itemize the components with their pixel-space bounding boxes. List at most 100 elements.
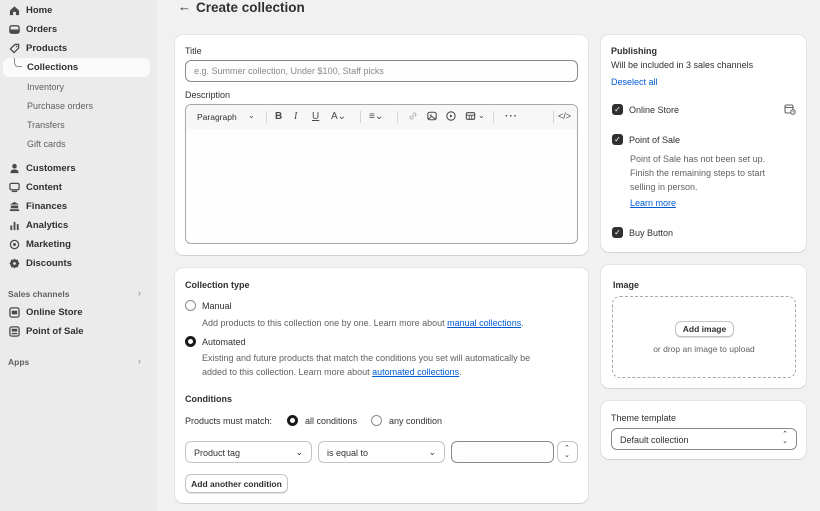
sidebar-item-label: Customers — [26, 163, 76, 174]
chevron-down-icon[interactable]: ⌄ — [248, 111, 255, 120]
divider — [360, 111, 361, 123]
condition-operator-value: is equal to — [327, 448, 369, 458]
editor-toolbar: Paragraph ⌄ B I U A⌄ ≡⌄ ⌄ ··· </> — [186, 105, 577, 129]
underline-icon[interactable]: U — [312, 111, 319, 122]
drop-image-text: or drop an image to upload — [653, 344, 755, 354]
italic-icon[interactable]: I — [294, 111, 297, 122]
bank-icon — [8, 201, 20, 213]
condition-operator-select[interactable]: is equal to ⌄ — [318, 441, 445, 463]
sidebar-item-label: Collections — [27, 62, 79, 73]
chart-icon — [8, 220, 20, 232]
sidebar-item-gift-cards[interactable]: Gift cards — [27, 136, 66, 152]
description-editor[interactable]: Paragraph ⌄ B I U A⌄ ≡⌄ ⌄ ··· </> — [185, 104, 578, 244]
theme-template-card: Theme template Default collection ⌃ ⌄ — [601, 401, 806, 459]
sidebar-item-content[interactable]: Content — [8, 179, 62, 196]
sidebar: Home Orders Products Collections Invento… — [0, 0, 157, 511]
chevron-right-icon[interactable]: › — [138, 356, 141, 366]
tag-icon — [8, 43, 20, 55]
theme-template-select[interactable]: Default collection ⌃ ⌄ — [611, 428, 797, 450]
code-icon[interactable]: </> — [558, 111, 571, 121]
pos-icon — [8, 326, 20, 338]
sidebar-item-discounts[interactable]: Discounts — [8, 255, 72, 272]
automated-description-line1: Existing and future products that match … — [202, 353, 531, 363]
any-condition-radio[interactable] — [371, 415, 382, 426]
paragraph-select[interactable]: Paragraph — [197, 112, 237, 122]
tree-branch — [14, 58, 22, 67]
collection-type-heading: Collection type — [185, 280, 250, 290]
sidebar-item-collections[interactable]: Collections — [3, 58, 150, 77]
sidebar-item-marketing[interactable]: Marketing — [8, 236, 71, 253]
image-card: Image Add image or drop an image to uplo… — [601, 265, 806, 388]
automated-radio[interactable] — [185, 336, 196, 347]
automated-label[interactable]: Automated — [202, 337, 246, 347]
sidebar-item-transfers[interactable]: Transfers — [27, 117, 65, 133]
orders-icon — [8, 24, 20, 36]
sidebar-item-customers[interactable]: Customers — [8, 160, 76, 177]
manual-radio[interactable] — [185, 300, 196, 311]
publishing-subtitle: Will be included in 3 sales channels — [611, 60, 754, 70]
description-label: Description — [185, 90, 231, 100]
chevron-down-icon: ⌄ — [295, 447, 303, 457]
manual-collections-link[interactable]: manual collections — [447, 318, 521, 328]
stepper-icon: ⌃ ⌄ — [564, 445, 570, 459]
buy-button-checkbox[interactable]: ✓ — [612, 227, 623, 238]
deselect-all-link[interactable]: Deselect all — [611, 77, 658, 87]
more-icon[interactable]: ··· — [505, 111, 518, 122]
add-image-button[interactable]: Add image — [675, 321, 734, 337]
chevron-right-icon[interactable]: › — [138, 288, 141, 298]
divider — [266, 111, 267, 123]
sidebar-item-online-store[interactable]: Online Store — [8, 304, 82, 321]
automated-description-line2: added to this collection. Learn more abo… — [202, 367, 462, 377]
home-icon — [8, 5, 20, 17]
all-conditions-radio[interactable] — [287, 415, 298, 426]
any-condition-label[interactable]: any condition — [389, 416, 442, 426]
all-conditions-label[interactable]: all conditions — [305, 416, 357, 426]
sidebar-item-point-of-sale[interactable]: Point of Sale — [8, 323, 84, 340]
person-icon — [8, 163, 20, 175]
back-arrow-icon[interactable]: ← — [178, 0, 191, 14]
image-dropzone[interactable]: Add image or drop an image to upload — [612, 296, 796, 378]
link-icon[interactable] — [408, 111, 418, 124]
sidebar-item-label: Marketing — [26, 239, 71, 250]
sidebar-item-products[interactable]: Products — [8, 40, 67, 57]
chevron-down-icon[interactable]: ⌄ — [478, 111, 485, 120]
online-store-checkbox[interactable]: ✓ — [612, 104, 623, 115]
image-heading: Image — [613, 280, 640, 290]
video-icon[interactable] — [446, 111, 456, 124]
sidebar-item-inventory[interactable]: Inventory — [27, 79, 64, 95]
sales-channels-heading: Sales channels — [8, 289, 70, 299]
image-icon[interactable] — [427, 111, 437, 124]
point-of-sale-checkbox[interactable]: ✓ — [612, 134, 623, 145]
automated-collections-link[interactable]: automated collections — [372, 367, 459, 377]
manual-label[interactable]: Manual — [202, 301, 232, 311]
align-icon[interactable]: ≡⌄ — [369, 111, 383, 122]
sidebar-item-analytics[interactable]: Analytics — [8, 217, 68, 234]
add-another-condition-button[interactable]: Add another condition — [185, 474, 288, 493]
sidebar-item-orders[interactable]: Orders — [8, 21, 57, 38]
theme-template-heading: Theme template — [611, 413, 677, 423]
condition-field-value: Product tag — [194, 448, 241, 458]
text-color-icon[interactable]: A⌄ — [331, 111, 346, 122]
sidebar-item-purchase-orders[interactable]: Purchase orders — [27, 98, 93, 114]
sidebar-item-label: Content — [26, 182, 62, 193]
pos-note-line3: selling in person. — [630, 182, 698, 192]
theme-template-value: Default collection — [620, 435, 689, 445]
chevron-down-icon: ⌄ — [428, 447, 436, 457]
calendar-schedule-icon[interactable] — [784, 103, 796, 118]
table-icon[interactable] — [465, 111, 476, 124]
title-input[interactable]: e.g. Summer collection, Under $100, Staf… — [185, 60, 578, 82]
condition-field-select[interactable]: Product tag ⌄ — [185, 441, 312, 463]
condition-value-input[interactable] — [451, 441, 554, 463]
learn-more-link[interactable]: Learn more — [630, 198, 676, 208]
sidebar-item-label: Products — [26, 43, 68, 54]
page-title: Create collection — [196, 0, 305, 15]
point-of-sale-label: Point of Sale — [629, 135, 681, 145]
sidebar-item-finances[interactable]: Finances — [8, 198, 67, 215]
match-label: Products must match: — [185, 416, 273, 426]
sidebar-item-home[interactable]: Home — [8, 2, 52, 19]
sidebar-item-label: Online Store — [26, 307, 83, 318]
sidebar-item-label: Point of Sale — [26, 326, 84, 337]
apps-heading: Apps — [8, 357, 30, 367]
bold-icon[interactable]: B — [275, 111, 282, 122]
condition-stepper[interactable]: ⌃ ⌄ — [557, 441, 578, 463]
